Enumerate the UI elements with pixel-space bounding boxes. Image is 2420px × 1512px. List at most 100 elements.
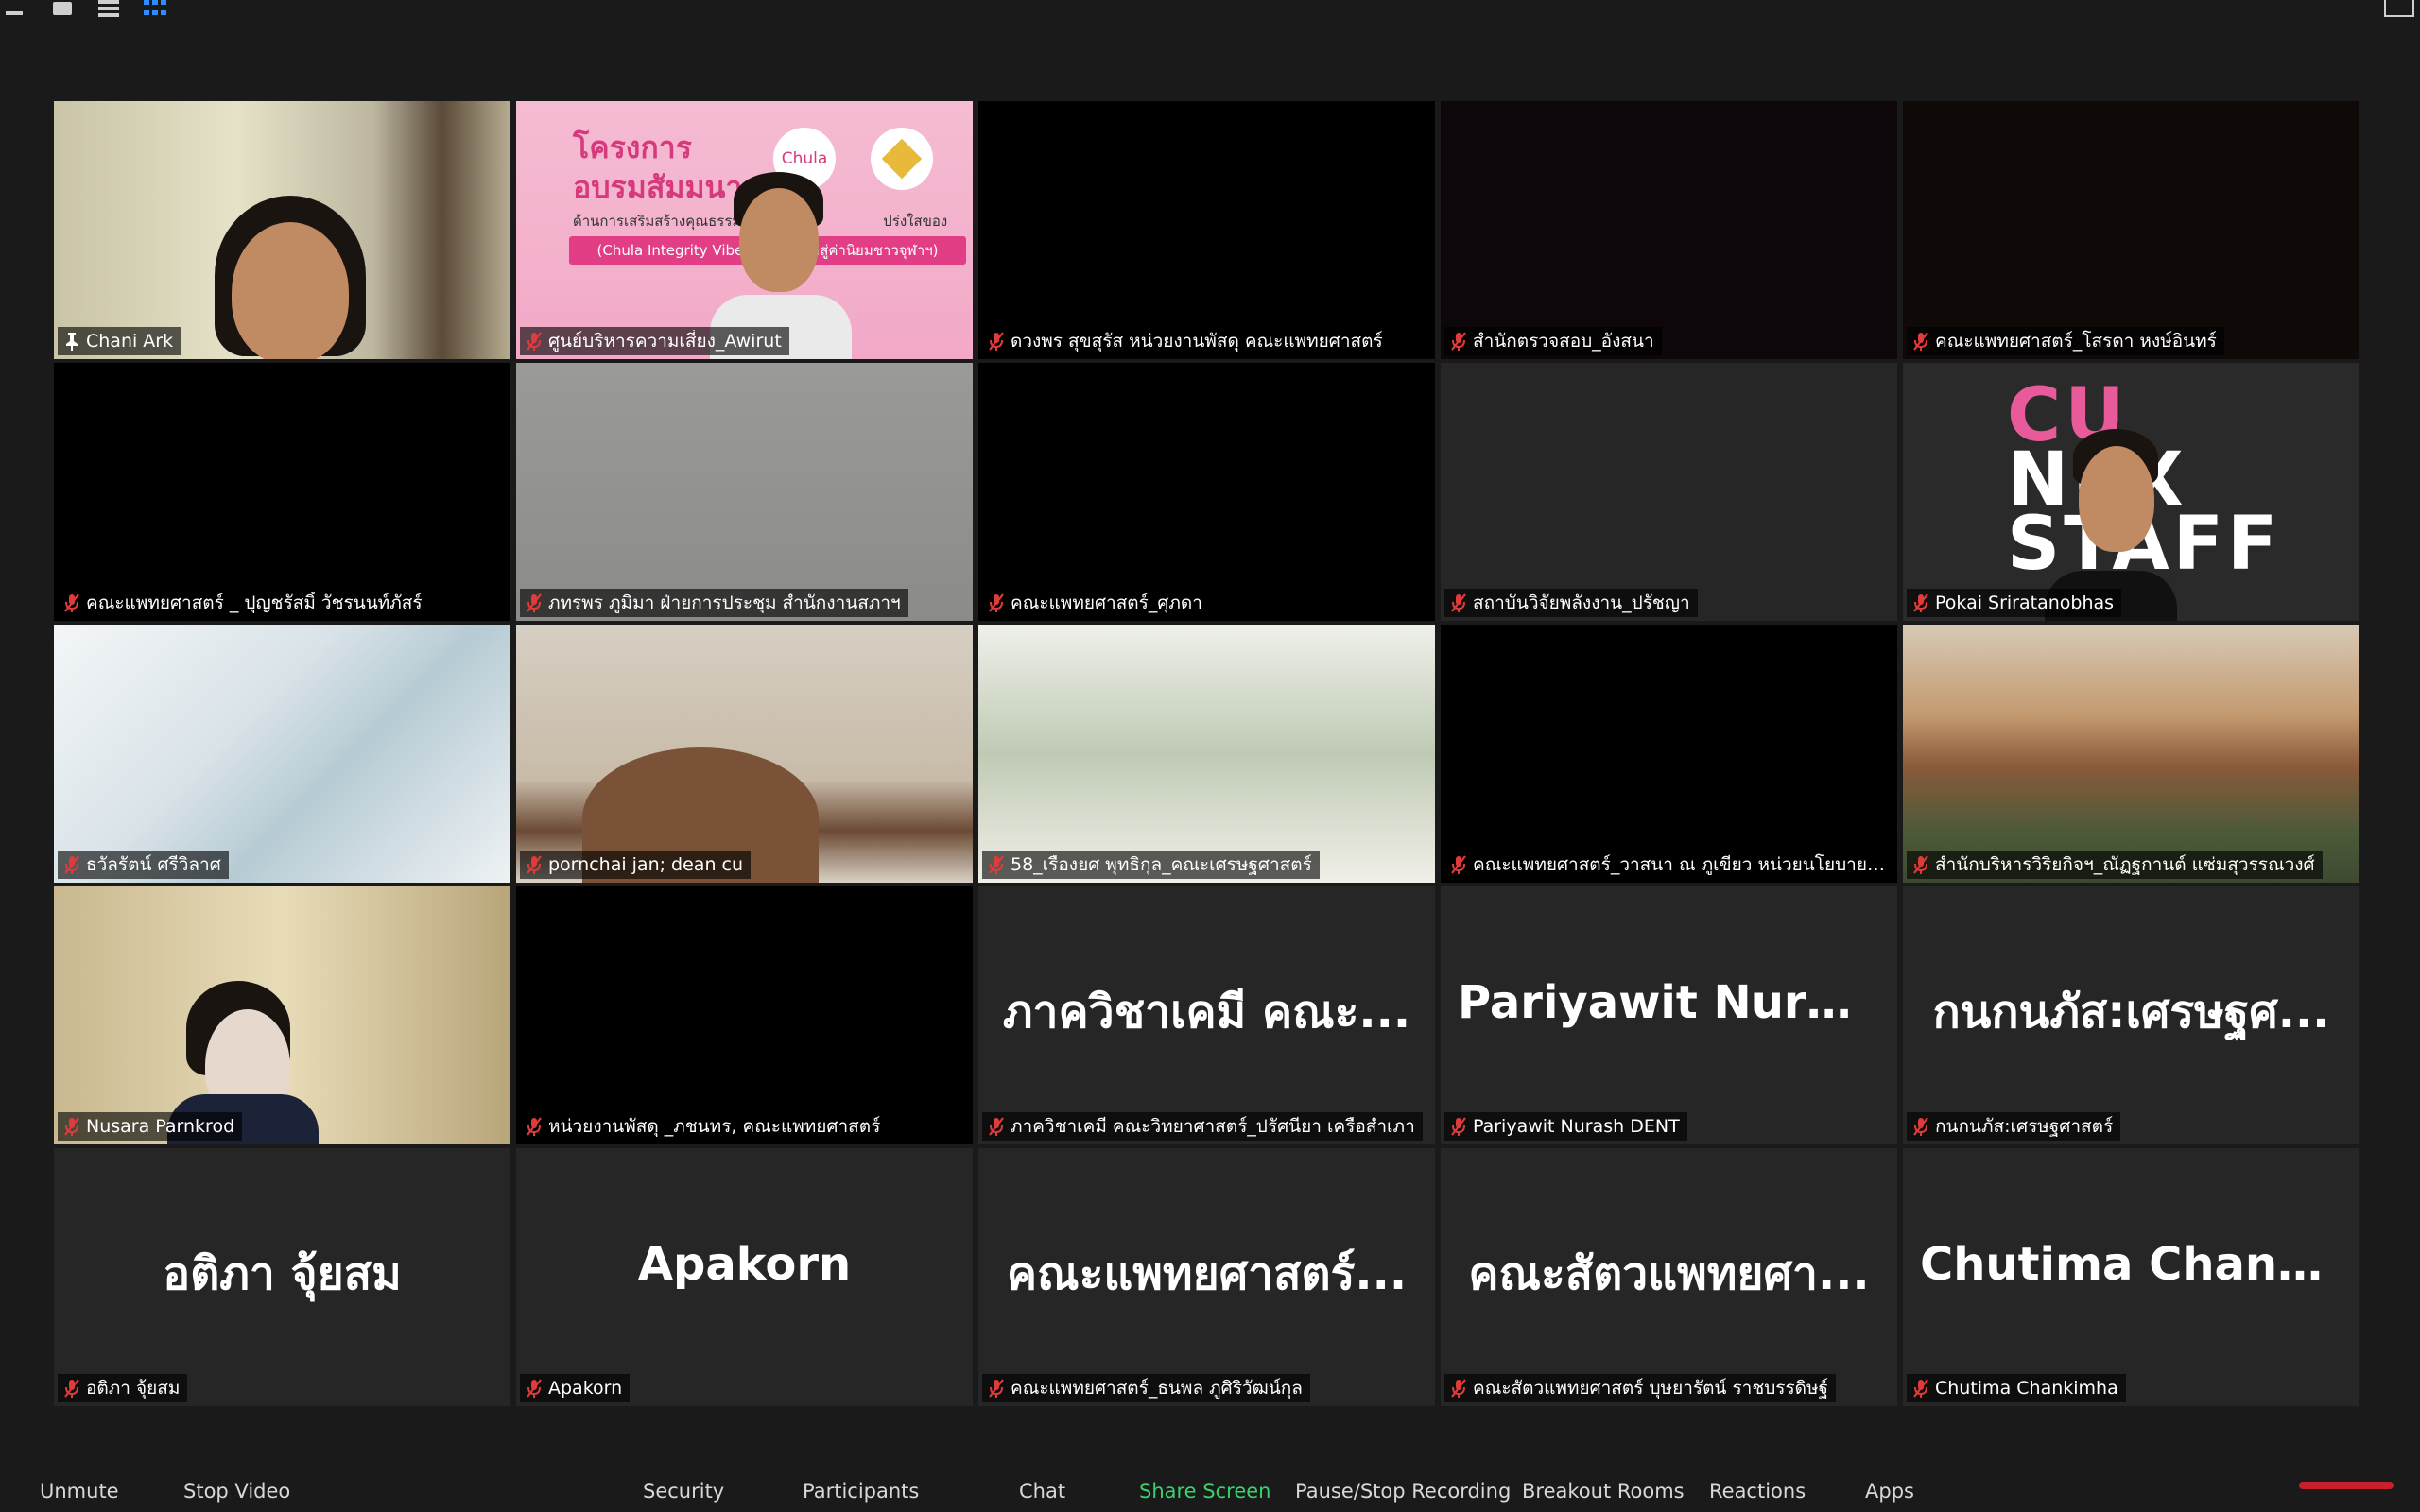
participant-name: คณะแพทยศาสตร์_วาสนา ณ ภูเขียว หน่วยนโยบา… <box>1473 854 1896 875</box>
badge-logo <box>871 128 933 190</box>
video-feed <box>54 886 510 1144</box>
participant-tile[interactable]: โครงการ อบรมสัมมนา Chula ด้านการเสริมสร้างค… <box>516 101 973 359</box>
participants-button[interactable]: Participants <box>803 1480 919 1503</box>
participant-display-name: กนกนภัส:เศรษฐศ... <box>1932 986 2330 1039</box>
recording-button[interactable]: Pause/Stop Recording <box>1295 1480 1511 1503</box>
stop-video-button[interactable]: Stop Video <box>183 1480 290 1503</box>
video-feed: CUNEXSTAFF <box>1903 363 2360 621</box>
muted-mic-icon <box>63 1116 80 1137</box>
security-button[interactable]: Security <box>643 1480 724 1503</box>
participant-tile[interactable]: คณะแพทยศาสตร์... คณะแพทยศาสตร์_ธนพล ภูศิร… <box>978 1148 1435 1406</box>
participant-name: 58_เรืองยศ พุทธิกุล_คณะเศรษฐศาสตร์ <box>1011 854 1312 875</box>
slide-title-2: อบรมสัมมนา <box>573 169 743 205</box>
participant-name: คณะแพทยศาสตร์_ศุภดา <box>1011 593 1202 613</box>
video-feed <box>54 363 510 621</box>
participant-name-tag: สำนักบริหารวิริยกิจฯ_ณัฏฐกานต์ แซ่มสุวรร… <box>1907 850 2323 879</box>
muted-mic-icon <box>526 1116 543 1137</box>
participant-name: หน่วยงานพัสดุ _ภชนทร, คณะแพทยศาสตร์ <box>548 1116 881 1137</box>
participant-tile[interactable]: คณะแพทยศาสตร์_ศุภดา <box>978 363 1435 621</box>
muted-mic-icon <box>1450 593 1467 613</box>
participant-display-name: คณะสัตวแพทยศา... <box>1468 1247 1870 1300</box>
share-screen-button[interactable]: Share Screen <box>1139 1480 1270 1503</box>
muted-mic-icon <box>1912 1116 1929 1137</box>
participant-name: คณะสัตวแพทยศาสตร์ บุษยารัตน์ ราชบรรดิษฐ์ <box>1473 1378 1829 1399</box>
participant-tile[interactable]: Chutima Chanki... Chutima Chankimha <box>1903 1148 2360 1406</box>
participant-name-tag: Apakorn <box>520 1374 631 1402</box>
participant-name-tag: ดวงพร สุขสุรัส หน่วยงานพัสดุ คณะแพทยศาสต… <box>982 327 1391 355</box>
participant-tile[interactable]: 58_เรืองยศ พุทธิกุล_คณะเศรษฐศาสตร์ <box>978 625 1435 883</box>
breakout-rooms-button[interactable]: Breakout Rooms <box>1522 1480 1685 1503</box>
apps-button[interactable]: Apps <box>1865 1480 1914 1503</box>
participant-tile[interactable]: สถาบันวิจัยพลังงาน_ปรัชญา <box>1441 363 1897 621</box>
pin-icon <box>63 331 80 352</box>
participant-name: Chutima Chankimha <box>1935 1378 2118 1399</box>
participant-name-tag: Nusara Parnkrod <box>58 1112 243 1141</box>
participant-name: กนกนภัส:เศรษฐศาสตร์ <box>1935 1116 2114 1137</box>
list-view-icon[interactable] <box>98 0 119 17</box>
participant-name: Apakorn <box>548 1378 623 1399</box>
muted-mic-icon <box>988 854 1005 875</box>
video-feed <box>1903 625 2360 883</box>
participant-tile[interactable]: Apakorn Apakorn <box>516 1148 973 1406</box>
participant-tile[interactable]: หน่วยงานพัสดุ _ภชนทร, คณะแพทยศาสตร์ <box>516 886 973 1144</box>
unmute-button[interactable]: Unmute <box>40 1480 119 1503</box>
participant-tile[interactable]: อติภา จุ้ยสม อติภา จุ้ยสม <box>54 1148 510 1406</box>
participant-tile[interactable]: คณะแพทยศาสตร์_วาสนา ณ ภูเขียว หน่วยนโยบา… <box>1441 625 1897 883</box>
participant-tile[interactable]: Nusara Parnkrod <box>54 886 510 1144</box>
muted-mic-icon <box>526 854 543 875</box>
participant-tile[interactable]: CUNEXSTAFFPokai Sriratanobhas <box>1903 363 2360 621</box>
participant-name: คณะแพทยศาสตร์_ธนพล ภูศิริวัฒน์กุล <box>1011 1378 1303 1399</box>
participant-tile[interactable]: คณะสัตวแพทยศา... คณะสัตวแพทยศาสตร์ บุษยาร… <box>1441 1148 1897 1406</box>
participant-name: ภาควิชาเคมี คณะวิทยาศาสตร์_ปรัศนียา เครื… <box>1011 1116 1415 1137</box>
participant-name-tag: คณะแพทยศาสตร์_ธนพล ภูศิริวัฒน์กุล <box>982 1374 1310 1402</box>
video-feed <box>1441 363 1897 621</box>
meeting-toolbar: Unmute Stop Video Security Participants … <box>0 1463 2420 1512</box>
end-meeting-button[interactable] <box>2299 1482 2394 1489</box>
video-feed <box>1903 101 2360 359</box>
minimize-icon[interactable] <box>6 11 23 15</box>
participant-display-name: คณะแพทยศาสตร์... <box>1006 1247 1408 1300</box>
participant-display-name: ภาควิชาเคมี คณะ... <box>1002 986 1411 1039</box>
participant-tile[interactable]: ภาควิชาเคมี คณะ... ภาควิชาเคมี คณะวิทยาศา… <box>978 886 1435 1144</box>
participant-name: pornchai jan; dean cu <box>548 854 744 875</box>
participant-name-tag: คณะสัตวแพทยศาสตร์ บุษยารัตน์ ราชบรรดิษฐ์ <box>1444 1374 1837 1402</box>
video-feed <box>54 625 510 883</box>
speaker-view-icon[interactable] <box>53 2 72 15</box>
participant-tile[interactable]: ดวงพร สุขสุรัส หน่วยงานพัสดุ คณะแพทยศาสต… <box>978 101 1435 359</box>
video-feed: โครงการ อบรมสัมมนา Chula ด้านการเสริมสร้างค… <box>516 101 973 359</box>
participant-tile[interactable]: pornchai jan; dean cu <box>516 625 973 883</box>
participant-name-tag: Pokai Sriratanobhas <box>1907 589 2122 617</box>
muted-mic-icon <box>988 1378 1005 1399</box>
participant-tile[interactable]: Pariyawit Nuras... Pariyawit Nurash DENT <box>1441 886 1897 1144</box>
muted-mic-icon <box>1450 331 1467 352</box>
participant-name-tag: สำนักตรวจสอบ_อังสนา <box>1444 327 1662 355</box>
participant-name: คณะแพทยศาสตร์_โสรดา หงษ์อินทร์ <box>1935 331 2217 352</box>
participant-name: อติภา จุ้ยสม <box>86 1378 181 1399</box>
muted-mic-icon <box>1912 331 1929 352</box>
participant-display-name: Chutima Chanki... <box>1920 1238 2360 1291</box>
video-feed <box>54 101 510 359</box>
participant-name: Chani Ark <box>86 331 174 352</box>
participant-tile[interactable]: ธวัลรัตน์ ศรีวิลาศ <box>54 625 510 883</box>
participant-tile[interactable]: Chani Ark <box>54 101 510 359</box>
exit-fullscreen-icon[interactable] <box>2384 0 2414 17</box>
participant-tile[interactable]: กนกนภัส:เศรษฐศ... กนกนภัส:เศรษฐศาสตร์ <box>1903 886 2360 1144</box>
video-feed <box>1441 101 1897 359</box>
participant-tile[interactable]: ภทรพร ภูมิมา ฝ่ายการประชุม สำนักงานสภาฯ <box>516 363 973 621</box>
participant-name-tag: Pariyawit Nurash DENT <box>1444 1112 1687 1141</box>
muted-mic-icon <box>63 593 80 613</box>
chat-button[interactable]: Chat <box>1019 1480 1065 1503</box>
top-bar <box>0 0 2420 38</box>
participant-name: สำนักบริหารวิริยกิจฯ_ณัฏฐกานต์ แซ่มสุวรร… <box>1935 854 2315 875</box>
participant-name-tag: กนกนภัส:เศรษฐศาสตร์ <box>1907 1112 2121 1141</box>
participant-tile[interactable]: คณะแพทยศาสตร์ _ ปุญชรัสมิ์ วัชรนนท์ภัสร์ <box>54 363 510 621</box>
participant-tile[interactable]: สำนักบริหารวิริยกิจฯ_ณัฏฐกานต์ แซ่มสุวรร… <box>1903 625 2360 883</box>
muted-mic-icon <box>63 854 80 875</box>
gallery-view-icon[interactable] <box>144 0 166 17</box>
participant-tile[interactable]: สำนักตรวจสอบ_อังสนา <box>1441 101 1897 359</box>
video-feed <box>516 625 973 883</box>
reactions-button[interactable]: Reactions <box>1709 1480 1806 1503</box>
participant-name-tag: อติภา จุ้ยสม <box>58 1374 188 1402</box>
participant-name-tag: 58_เรืองยศ พุทธิกุล_คณะเศรษฐศาสตร์ <box>982 850 1320 879</box>
participant-tile[interactable]: คณะแพทยศาสตร์_โสรดา หงษ์อินทร์ <box>1903 101 2360 359</box>
